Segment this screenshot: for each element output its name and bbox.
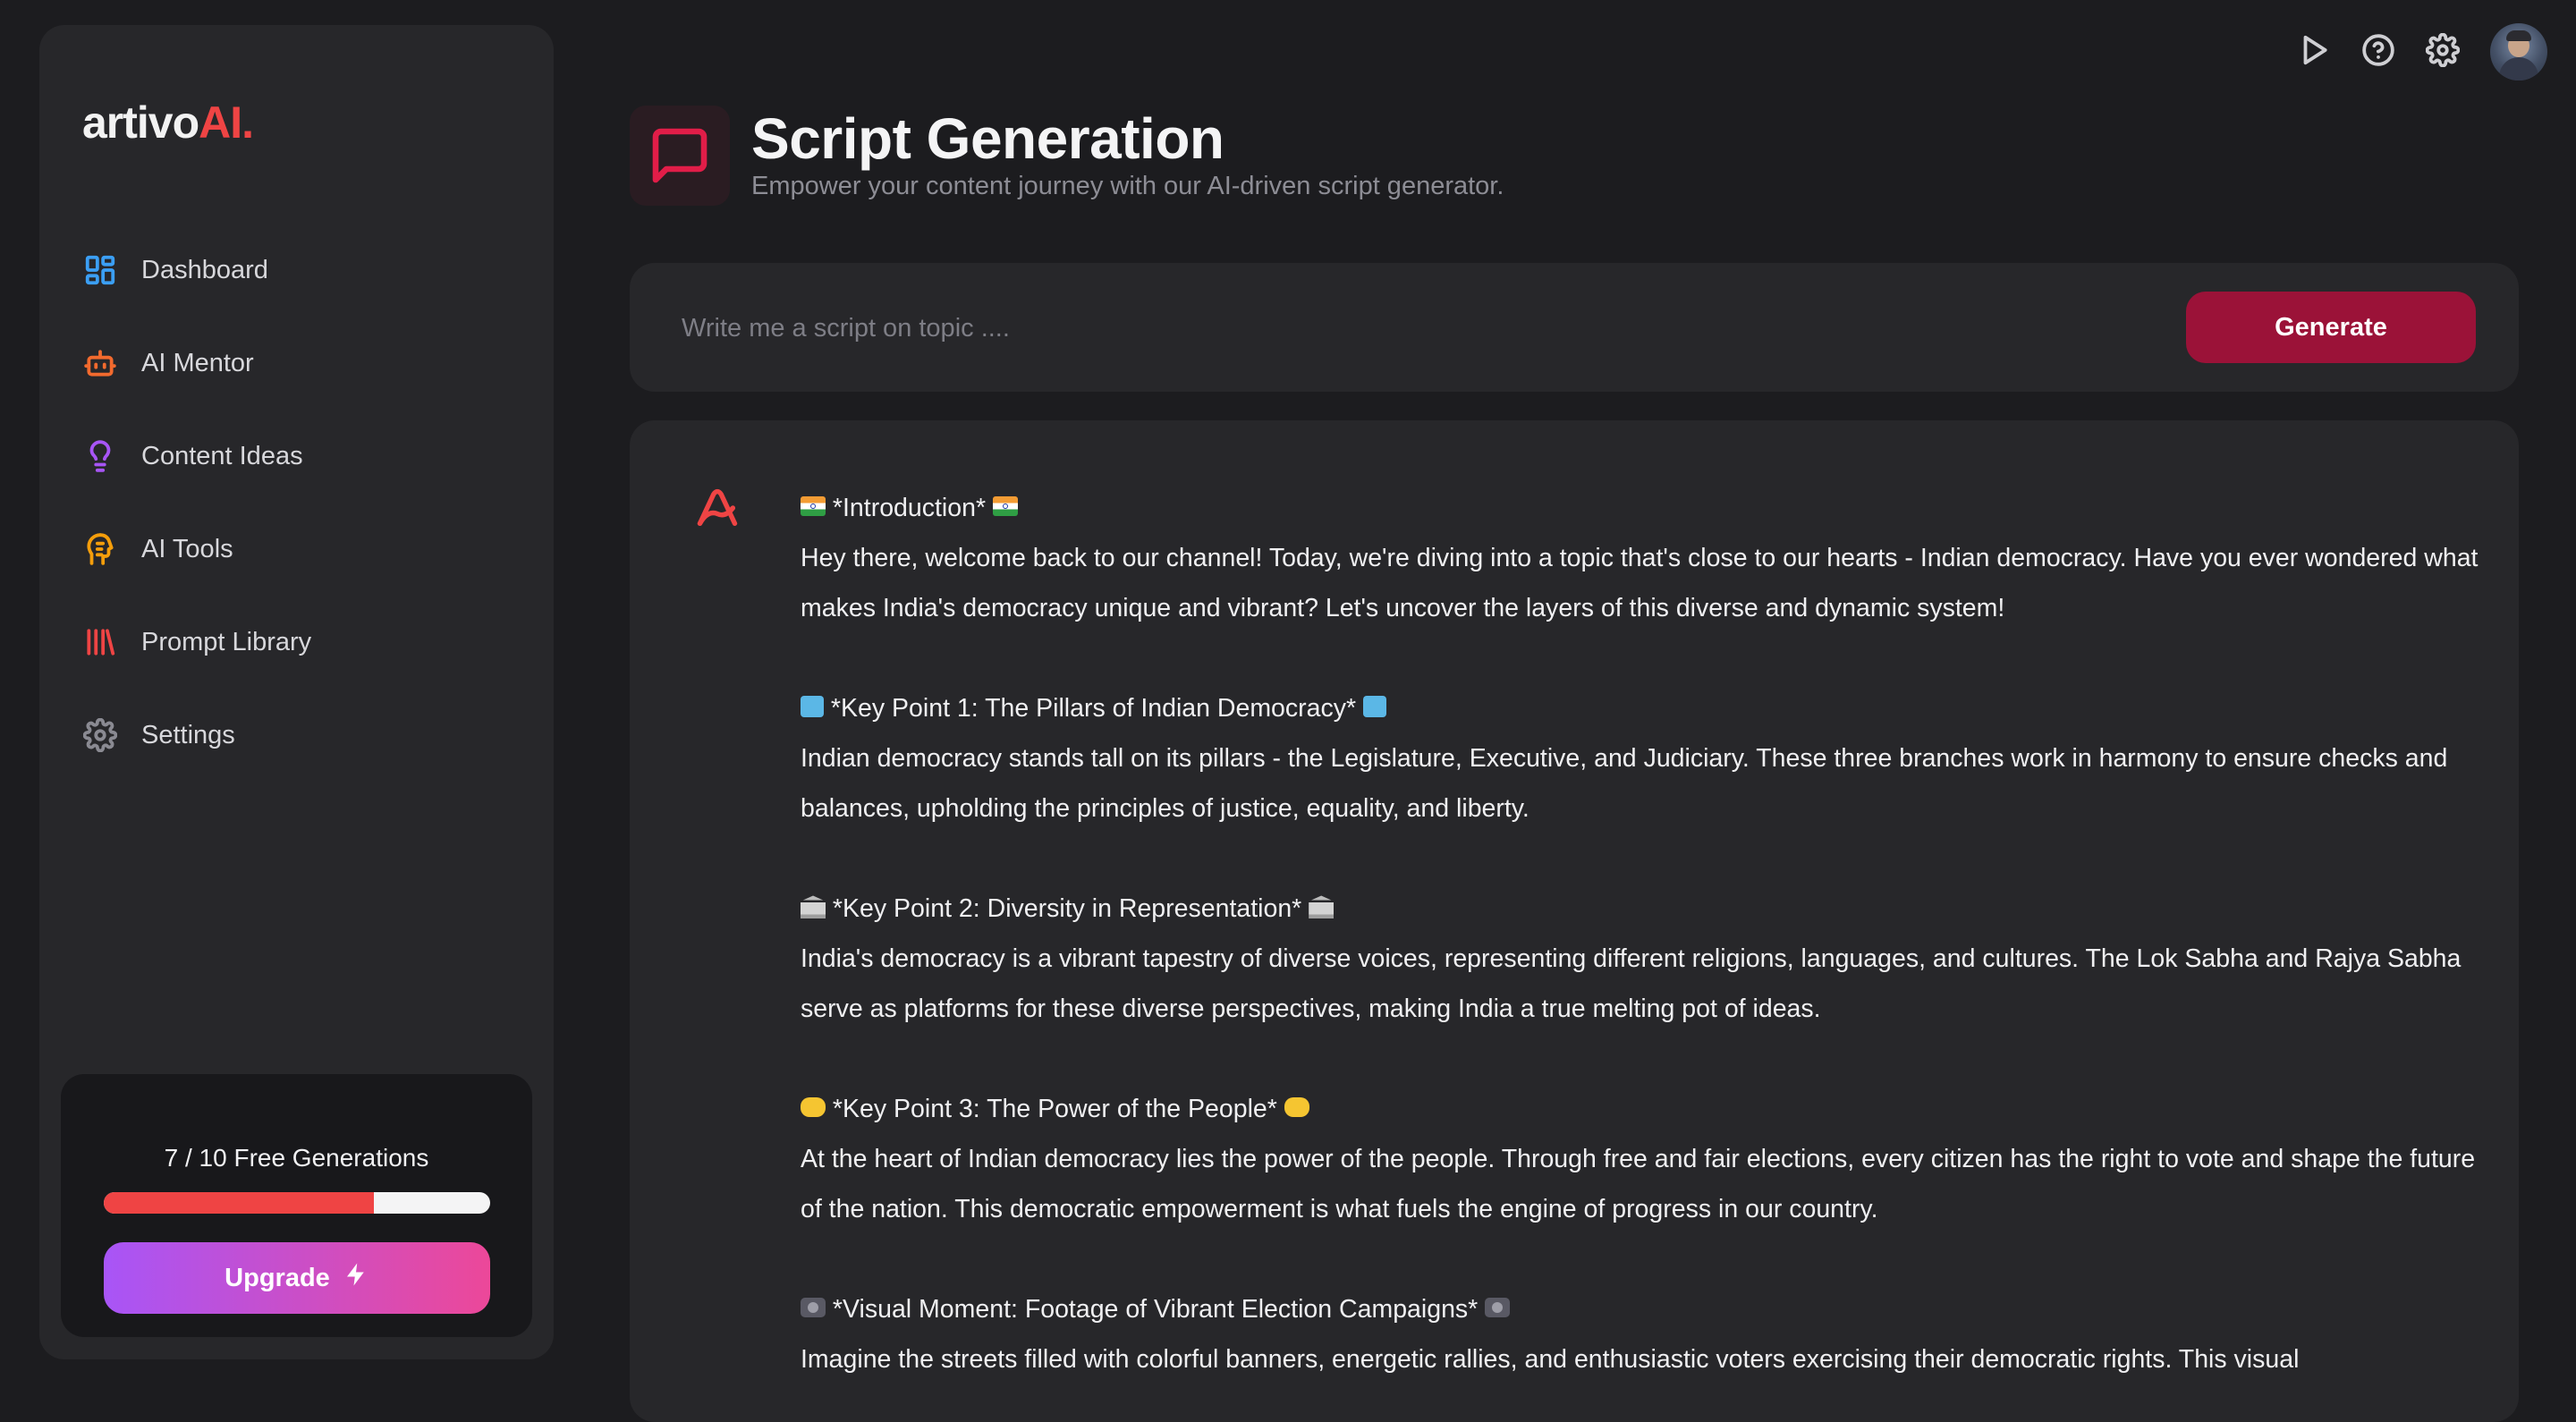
grid-icon xyxy=(82,252,118,288)
sidebar-item-label: Content Ideas xyxy=(141,441,303,470)
topic-input[interactable] xyxy=(680,299,2240,358)
brand-name-accent: AI. xyxy=(199,97,254,148)
india-flag-icon xyxy=(801,496,826,517)
prompt-bar: Generate xyxy=(630,263,2519,392)
sidebar-item-label: Settings xyxy=(141,720,235,749)
ballot-box-icon xyxy=(801,696,824,718)
upgrade-button[interactable]: Upgrade xyxy=(104,1242,490,1314)
play-icon[interactable] xyxy=(2297,33,2331,72)
artivo-logo-icon xyxy=(694,485,741,531)
usage-card: 7 / 10 Free Generations Upgrade xyxy=(61,1074,532,1337)
section-heading: *Visual Moment: Footage of Vibrant Elect… xyxy=(801,1284,2482,1334)
ballot-box-icon xyxy=(1363,696,1387,718)
chat-bubble-icon xyxy=(630,106,730,206)
brand-logo[interactable]: artivoAI. xyxy=(82,97,254,148)
robot-icon xyxy=(82,345,118,381)
sidebar-item-content-ideas[interactable]: Content Ideas xyxy=(82,410,512,503)
classical-building-icon xyxy=(801,895,826,919)
sidebar-item-settings[interactable]: Settings xyxy=(82,689,512,782)
classical-building-icon xyxy=(1309,895,1335,919)
library-icon xyxy=(82,624,118,660)
section-body: At the heart of Indian democracy lies th… xyxy=(801,1145,2476,1223)
user-avatar[interactable] xyxy=(2490,23,2547,80)
usage-progress-bar xyxy=(104,1192,490,1214)
script-output-panel: *Introduction* Hey there, welcome back t… xyxy=(630,420,2519,1422)
lightning-icon xyxy=(343,1261,369,1295)
lightbulb-icon xyxy=(82,438,118,474)
handshake-icon xyxy=(1284,1097,1309,1118)
script-section: *Visual Moment: Footage of Vibrant Elect… xyxy=(801,1284,2482,1384)
section-body: Indian democracy stands tall on its pill… xyxy=(801,744,2448,823)
film-camera-icon xyxy=(1485,1298,1511,1318)
usage-progress-fill xyxy=(104,1192,375,1214)
ai-head-icon xyxy=(82,531,118,567)
script-section: *Introduction* Hey there, welcome back t… xyxy=(801,483,2482,633)
section-body: Hey there, welcome back to our channel! … xyxy=(801,544,2479,622)
script-section: *Key Point 2: Diversity in Representatio… xyxy=(801,884,2482,1034)
help-icon[interactable] xyxy=(2361,33,2395,72)
sidebar-item-label: AI Tools xyxy=(141,534,233,563)
script-section: *Key Point 1: The Pillars of Indian Demo… xyxy=(801,683,2482,834)
page-title: Script Generation xyxy=(751,106,1224,171)
section-body: India's democracy is a vibrant tapestry … xyxy=(801,944,2462,1023)
handshake-icon xyxy=(801,1097,826,1118)
sidebar-item-ai-mentor[interactable]: AI Mentor xyxy=(82,317,512,410)
section-body: Imagine the streets filled with colorful… xyxy=(801,1345,2300,1374)
section-heading: *Key Point 2: Diversity in Representatio… xyxy=(801,884,2482,934)
top-toolbar xyxy=(2297,23,2547,80)
gear-icon xyxy=(82,717,118,753)
sidebar-item-label: Prompt Library xyxy=(141,627,312,656)
usage-text: 7 / 10 Free Generations xyxy=(164,1144,429,1172)
section-heading: *Key Point 1: The Pillars of Indian Demo… xyxy=(801,683,2482,733)
section-heading: *Introduction* xyxy=(801,483,2482,533)
sidebar: artivoAI. Dashboard AI Mentor Content Id… xyxy=(39,25,554,1359)
generate-button[interactable]: Generate xyxy=(2186,292,2476,363)
film-camera-icon xyxy=(801,1298,826,1318)
sidebar-item-label: AI Mentor xyxy=(141,348,254,377)
script-content: *Introduction* Hey there, welcome back t… xyxy=(801,483,2482,1422)
sidebar-item-label: Dashboard xyxy=(141,255,268,284)
brand-name: artivo xyxy=(82,97,199,148)
sidebar-item-dashboard[interactable]: Dashboard xyxy=(82,224,512,317)
section-heading: *Key Point 3: The Power of the People* xyxy=(801,1084,2482,1134)
settings-icon[interactable] xyxy=(2425,32,2461,72)
sidebar-item-prompt-library[interactable]: Prompt Library xyxy=(82,596,512,689)
script-section: *Key Point 3: The Power of the People* A… xyxy=(801,1084,2482,1234)
india-flag-icon xyxy=(992,496,1018,517)
sidebar-item-ai-tools[interactable]: AI Tools xyxy=(82,503,512,596)
upgrade-button-label: Upgrade xyxy=(225,1263,330,1292)
sidebar-nav: Dashboard AI Mentor Content Ideas AI Too… xyxy=(82,224,512,782)
page-subtitle: Empower your content journey with our AI… xyxy=(751,172,1504,200)
